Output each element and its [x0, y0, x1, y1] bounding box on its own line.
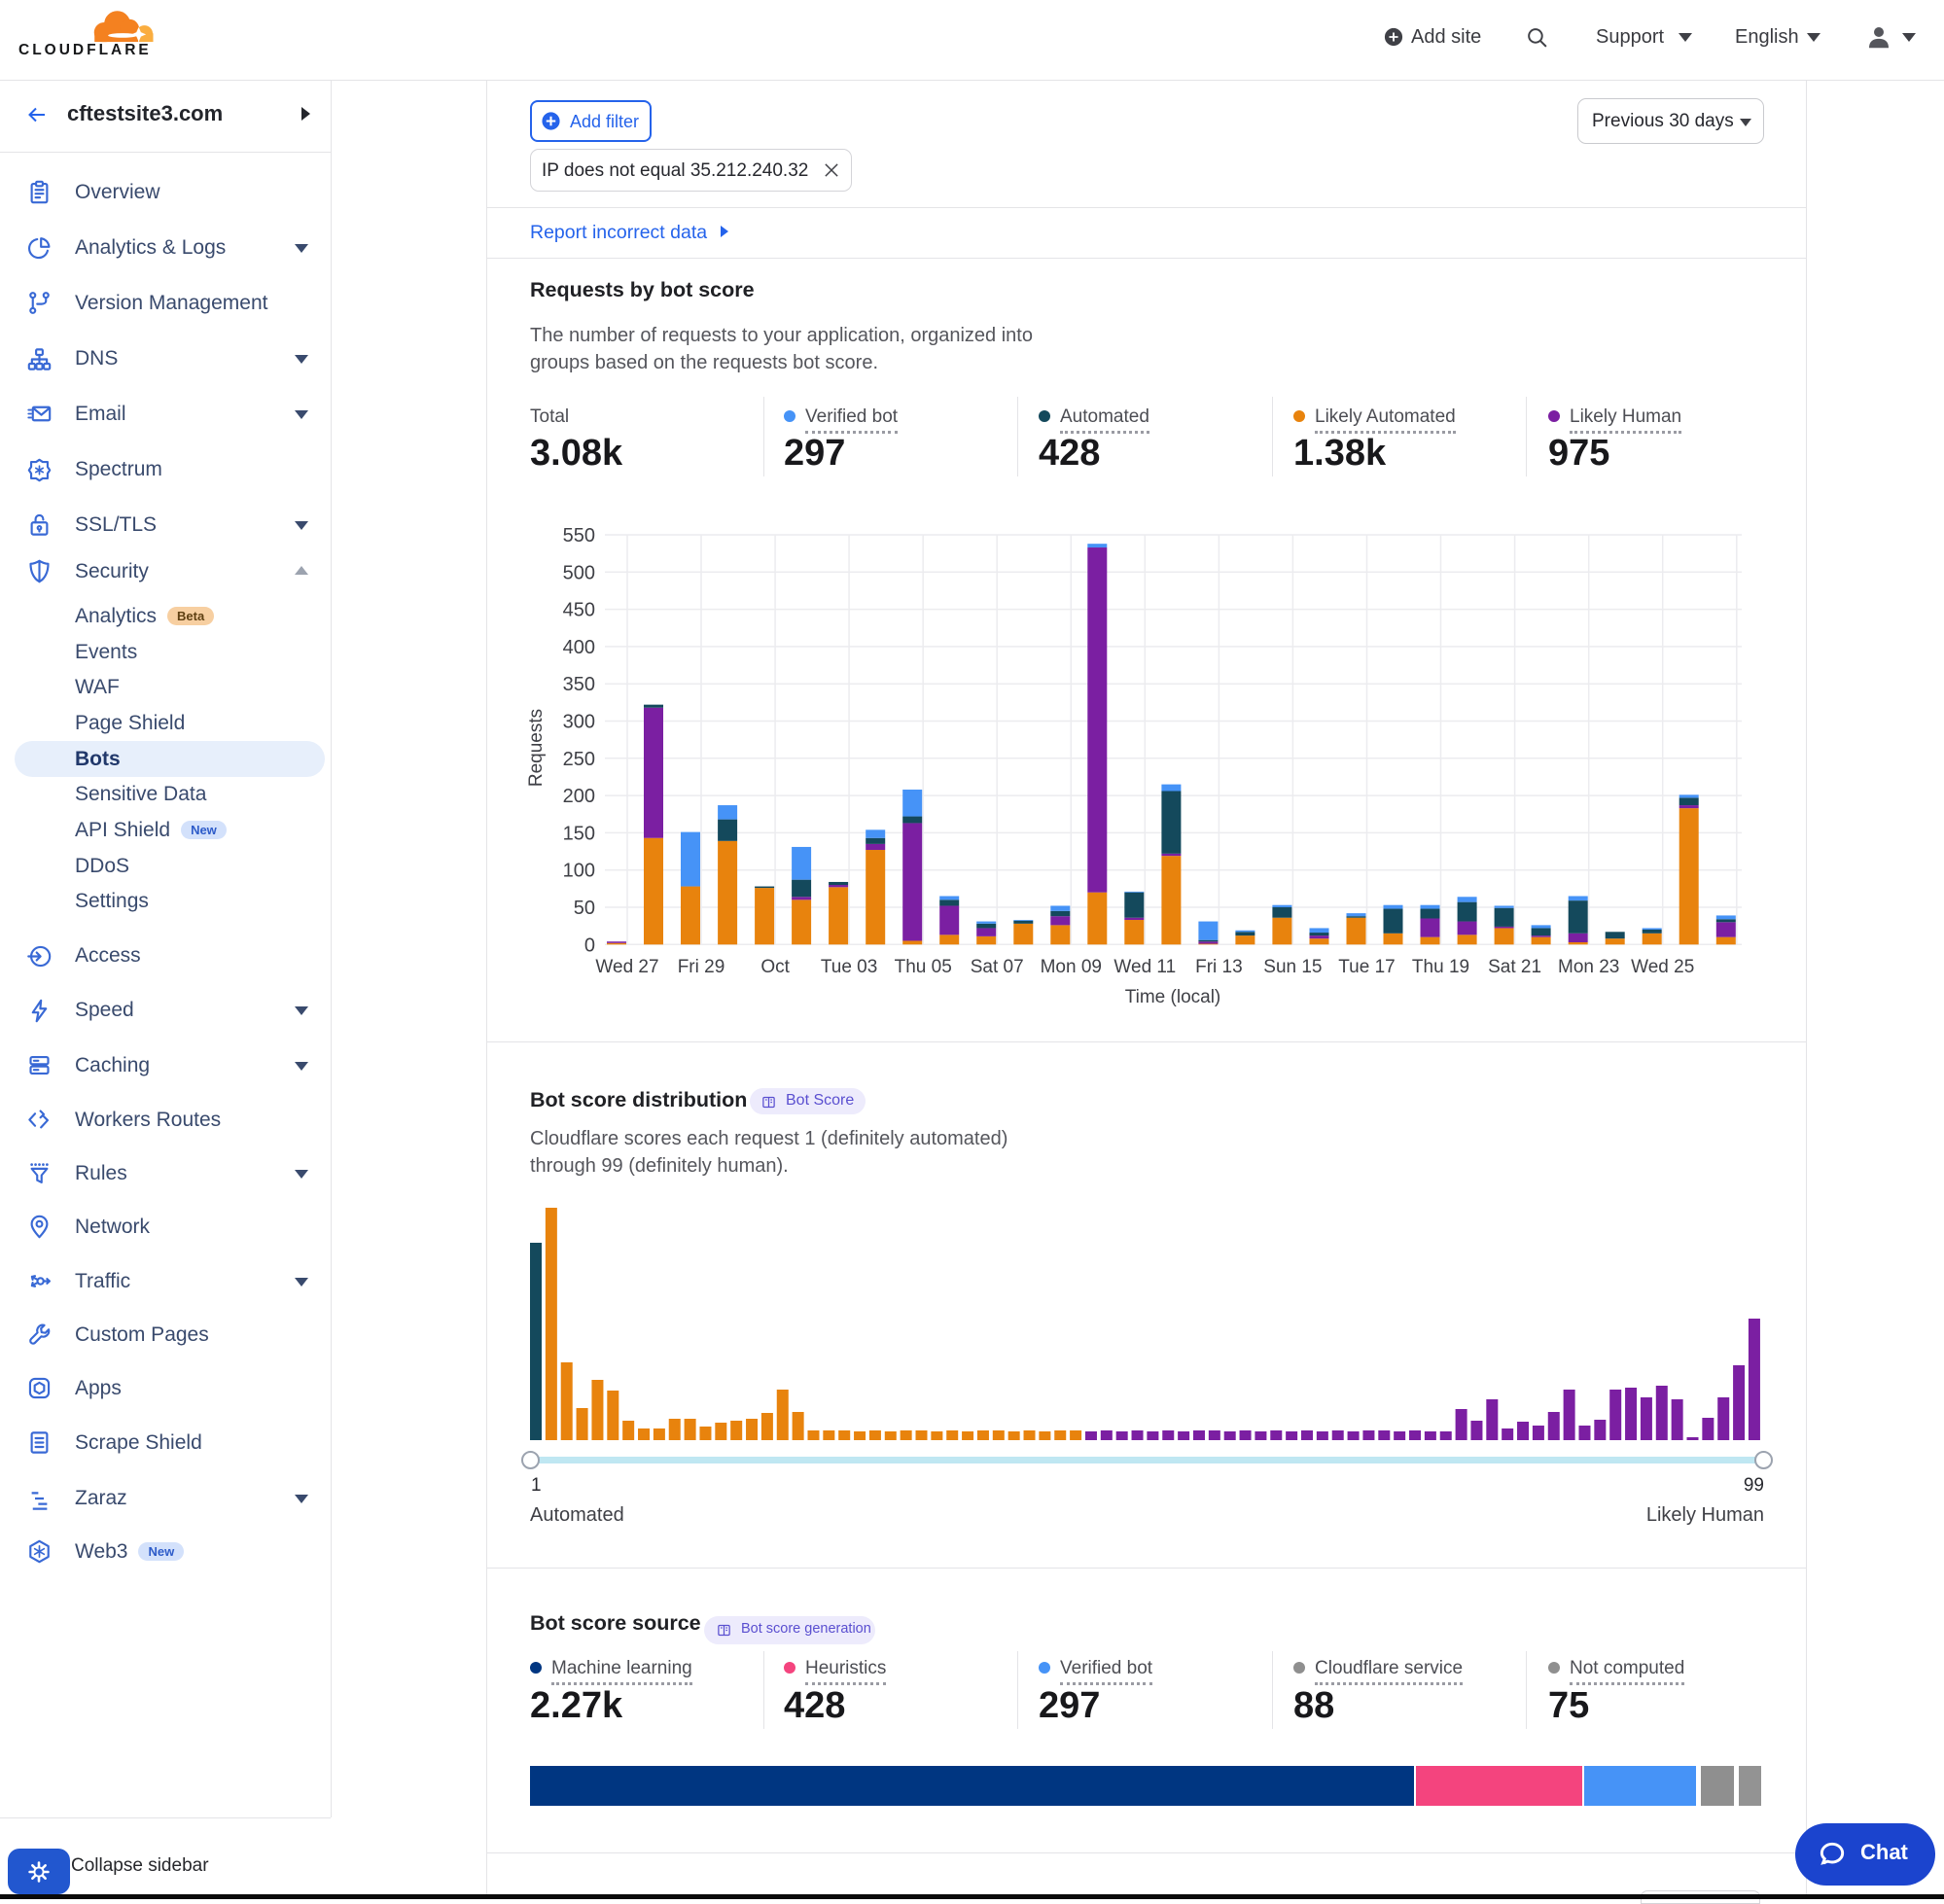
- svg-text:Sat 21: Sat 21: [1488, 957, 1541, 977]
- svg-text:Mon 23: Mon 23: [1558, 957, 1619, 977]
- svg-text:Mon 09: Mon 09: [1041, 957, 1102, 977]
- svg-text:200: 200: [563, 786, 595, 807]
- svg-text:500: 500: [563, 562, 595, 583]
- svg-text:Tue 03: Tue 03: [821, 957, 877, 977]
- svg-text:Thu 05: Thu 05: [895, 957, 952, 977]
- svg-text:450: 450: [563, 600, 595, 621]
- svg-text:150: 150: [563, 823, 595, 844]
- svg-text:50: 50: [574, 898, 595, 919]
- svg-text:Requests: Requests: [526, 709, 547, 787]
- svg-text:400: 400: [563, 637, 595, 658]
- svg-text:Oct: Oct: [760, 957, 790, 977]
- svg-text:Thu 19: Thu 19: [1412, 957, 1469, 977]
- svg-text:Time (local): Time (local): [1125, 987, 1221, 1007]
- svg-text:0: 0: [584, 934, 595, 956]
- svg-text:Wed 11: Wed 11: [1113, 957, 1176, 977]
- svg-text:350: 350: [563, 674, 595, 695]
- svg-text:300: 300: [563, 712, 595, 733]
- svg-text:Sat 07: Sat 07: [971, 957, 1024, 977]
- svg-text:Tue 17: Tue 17: [1338, 957, 1395, 977]
- svg-text:100: 100: [563, 861, 595, 882]
- svg-text:Fri 13: Fri 13: [1195, 957, 1243, 977]
- svg-text:Sun 15: Sun 15: [1263, 957, 1322, 977]
- svg-text:Fri 29: Fri 29: [678, 957, 725, 977]
- svg-text:Wed 25: Wed 25: [1631, 957, 1694, 977]
- svg-text:Wed 27: Wed 27: [595, 957, 658, 977]
- svg-text:250: 250: [563, 749, 595, 770]
- svg-text:550: 550: [563, 525, 595, 547]
